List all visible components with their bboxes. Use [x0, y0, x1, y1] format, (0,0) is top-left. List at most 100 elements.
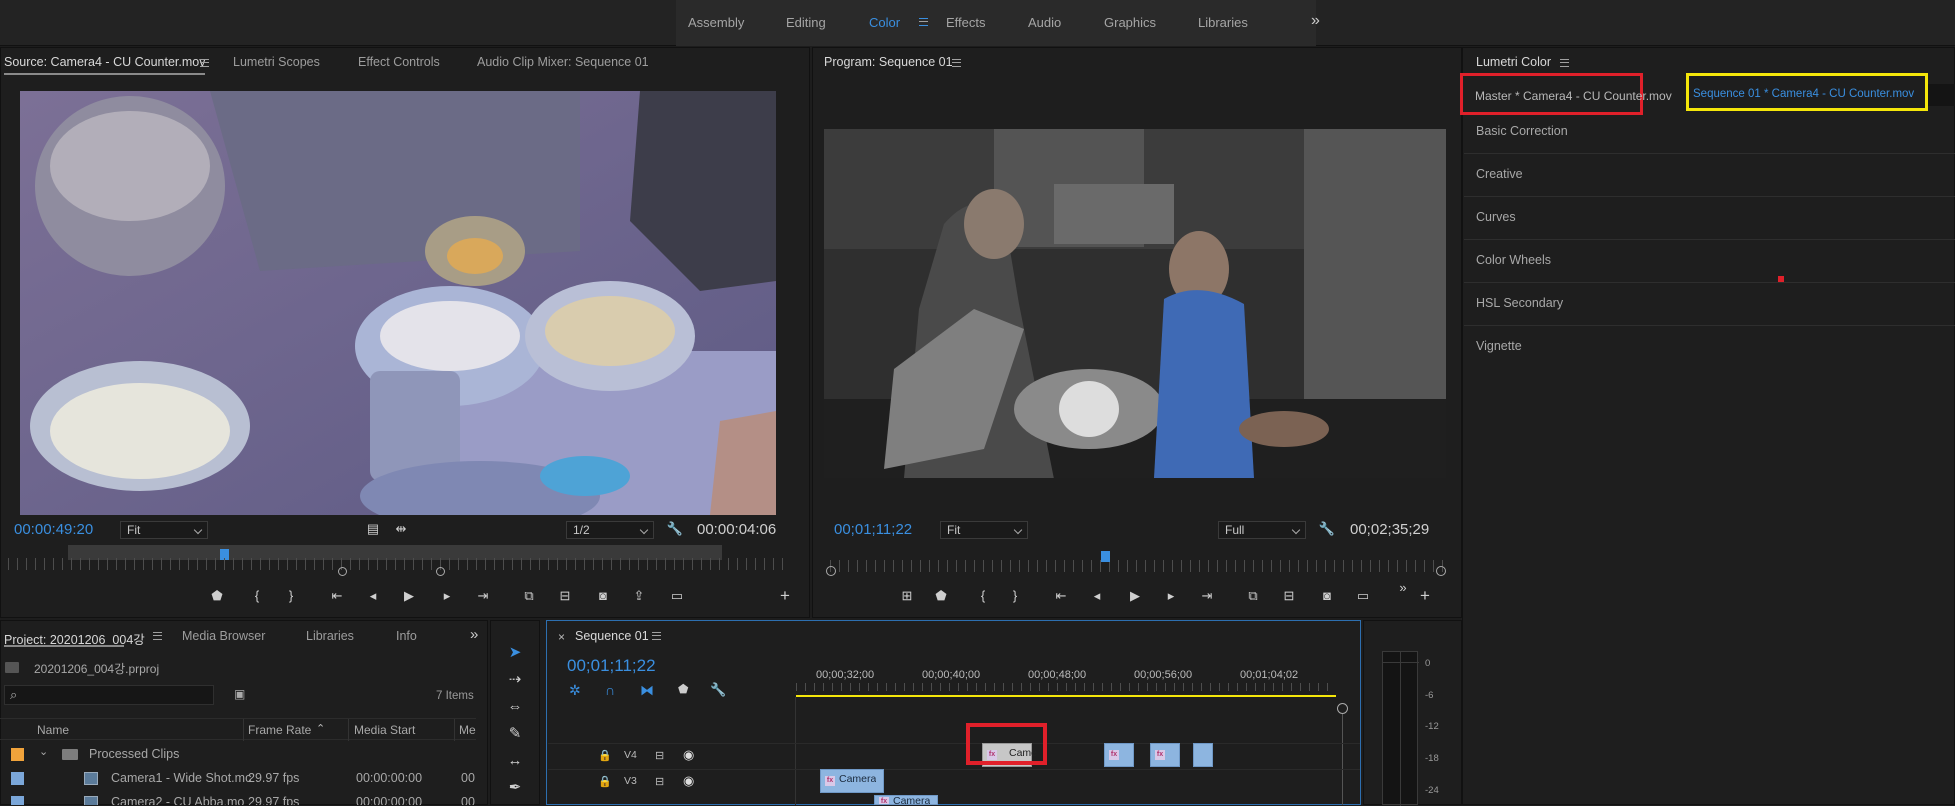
project-row-camera2[interactable]: Camera2 - CU Abba.mo 29.97 fps 00:00:00:… [0, 790, 476, 805]
eye-icon[interactable]: ◉ [683, 747, 694, 763]
insert-icon[interactable]: ⧉ [520, 588, 538, 604]
program-settings-wrench-icon[interactable]: 🔧 [1318, 521, 1336, 537]
timeline-marker-icon[interactable]: ⬟ [678, 682, 688, 696]
timeline-ruler[interactable] [796, 683, 1336, 691]
sync-lock-icon[interactable]: ⊟ [655, 775, 664, 788]
tab-source[interactable]: Source: Camera4 - CU Counter.mov [4, 55, 206, 75]
source-in-handle[interactable] [338, 567, 347, 576]
tab-audio-clip-mixer[interactable]: Audio Clip Mixer: Sequence 01 [477, 55, 649, 69]
program-go-to-out-icon[interactable]: ⇥ [1198, 588, 1216, 604]
drag-video-icon[interactable]: ⇹ [392, 521, 410, 537]
track-select-tool-icon[interactable]: ⇢ [502, 667, 528, 693]
sync-lock-icon[interactable]: ⊟ [655, 749, 664, 762]
program-time-ruler[interactable] [830, 560, 1444, 572]
column-me[interactable]: Me [459, 723, 476, 737]
project-row-processed-clips[interactable]: ⌄ Processed Clips [0, 742, 476, 766]
label-color-swatch[interactable] [11, 796, 24, 805]
tab-info[interactable]: Info [396, 629, 417, 643]
workspace-tab-assembly[interactable]: Assembly [688, 15, 744, 30]
section-curves[interactable]: Curves [1464, 197, 1955, 240]
tab-media-browser[interactable]: Media Browser [182, 629, 265, 643]
label-color-swatch[interactable] [11, 772, 24, 785]
timeline-clip[interactable]: fx Camera [820, 769, 884, 793]
timeline-clip[interactable]: fx [1104, 743, 1134, 767]
project-row-camera1[interactable]: Camera1 - Wide Shot.mc 29.97 fps 00:00:0… [0, 766, 476, 790]
snap-icon[interactable]: ∩ [605, 682, 615, 698]
source-fit-dropdown[interactable]: Fit [120, 521, 208, 539]
program-camera-icon[interactable]: ◙ [1318, 588, 1336, 604]
step-forward-icon[interactable]: ▸ [438, 588, 456, 604]
program-lift-clip-icon[interactable]: ⧉ [1244, 588, 1262, 604]
program-lift-icon[interactable]: ⊞ [898, 588, 916, 604]
column-divider[interactable] [454, 719, 455, 741]
timeline-zoom-handle[interactable] [1337, 703, 1348, 714]
tab-lumetri-scopes[interactable]: Lumetri Scopes [233, 55, 320, 69]
track-label-v3[interactable]: V3 [624, 775, 637, 787]
timeline-clip[interactable]: fx Camera [874, 795, 938, 805]
lumetri-menu-icon[interactable] [1560, 59, 1569, 67]
project-menu-icon[interactable] [153, 632, 162, 640]
program-in-handle[interactable] [826, 566, 836, 576]
source-out-handle[interactable] [436, 567, 445, 576]
section-hsl-secondary[interactable]: HSL Secondary [1464, 283, 1955, 326]
label-color-swatch[interactable] [11, 748, 24, 761]
source-panel-menu-icon[interactable] [200, 59, 209, 67]
program-safe-margins-icon[interactable]: ▭ [1354, 588, 1372, 604]
play-icon[interactable]: ▶ [400, 588, 418, 604]
export-icon[interactable]: ⇪ [630, 588, 648, 604]
workspace-tab-audio[interactable]: Audio [1028, 15, 1061, 30]
sort-ascending-icon[interactable]: ⌃ [316, 722, 325, 735]
source-resolution-dropdown[interactable]: 1/2 [566, 521, 654, 539]
lock-icon[interactable]: 🔒 [598, 749, 612, 762]
slip-tool-icon[interactable]: ↔ [502, 748, 528, 774]
project-overflow-icon[interactable]: » [470, 626, 478, 643]
nest-toggle-icon[interactable]: ✲ [569, 682, 581, 699]
tab-sequence[interactable]: Sequence 01 [575, 629, 649, 643]
column-media-start[interactable]: Media Start [354, 723, 415, 737]
workspace-tab-editing[interactable]: Editing [786, 15, 826, 30]
timeline-settings-icon[interactable]: 🔧 [710, 682, 726, 698]
razor-tool-icon[interactable]: ✎ [502, 721, 528, 747]
ripple-edit-tool-icon[interactable]: ⇔ [502, 694, 528, 720]
source-time-ruler[interactable] [8, 558, 790, 570]
program-fit-dropdown[interactable]: Fit [940, 521, 1028, 539]
section-color-wheels[interactable]: Color Wheels [1464, 240, 1955, 283]
column-frame-rate[interactable]: Frame Rate [248, 723, 311, 737]
eye-icon[interactable]: ◉ [683, 773, 694, 789]
program-go-to-in-icon[interactable]: ⇤ [1052, 588, 1070, 604]
workspace-tab-graphics[interactable]: Graphics [1104, 15, 1156, 30]
track-label-v4[interactable]: V4 [624, 749, 637, 761]
program-out-handle[interactable] [1436, 566, 1446, 576]
add-marker-icon[interactable]: ⬟ [208, 588, 226, 604]
program-mark-out-icon[interactable]: } [1006, 588, 1024, 604]
program-extract-icon[interactable]: ⊟ [1280, 588, 1298, 604]
go-to-in-icon[interactable]: ⇤ [328, 588, 346, 604]
timeline-work-area-bar[interactable] [796, 695, 1336, 697]
mark-in-icon[interactable]: { [248, 588, 266, 604]
section-basic-correction[interactable]: Basic Correction [1464, 111, 1955, 154]
section-creative[interactable]: Creative [1464, 154, 1955, 197]
timeline-clip[interactable]: fx [1150, 743, 1180, 767]
timeline-menu-icon[interactable] [652, 632, 661, 640]
program-current-timecode[interactable]: 00;01;11;22 [834, 521, 912, 538]
workspace-tab-effects[interactable]: Effects [946, 15, 986, 30]
tab-effect-controls[interactable]: Effect Controls [358, 55, 440, 69]
mark-out-icon[interactable]: } [282, 588, 300, 604]
program-step-back-icon[interactable]: ◂ [1088, 588, 1106, 604]
tab-lumetri-color[interactable]: Lumetri Color [1476, 55, 1551, 69]
program-add-button-icon[interactable]: + [1416, 587, 1434, 604]
selection-tool-icon[interactable]: ➤ [502, 640, 528, 666]
workspace-overflow-icon[interactable]: » [1311, 12, 1320, 30]
add-button-icon[interactable]: + [776, 587, 794, 604]
program-overflow-icon[interactable]: » [1394, 580, 1412, 596]
export-frame-icon[interactable]: ▤ [364, 521, 382, 537]
timeline-clip[interactable] [1193, 743, 1213, 767]
workspace-tab-color[interactable]: Color [869, 15, 900, 30]
pen-tool-icon[interactable]: ✒ [502, 775, 528, 801]
tab-program[interactable]: Program: Sequence 01 [824, 55, 953, 69]
column-name[interactable]: Name [37, 723, 69, 737]
sequence-clip-tab[interactable]: Sequence 01 * Camera4 - CU Counter.mov [1686, 73, 1928, 111]
safe-margins-icon[interactable]: ▭ [668, 588, 686, 604]
column-divider[interactable] [243, 719, 244, 741]
step-back-icon[interactable]: ◂ [364, 588, 382, 604]
